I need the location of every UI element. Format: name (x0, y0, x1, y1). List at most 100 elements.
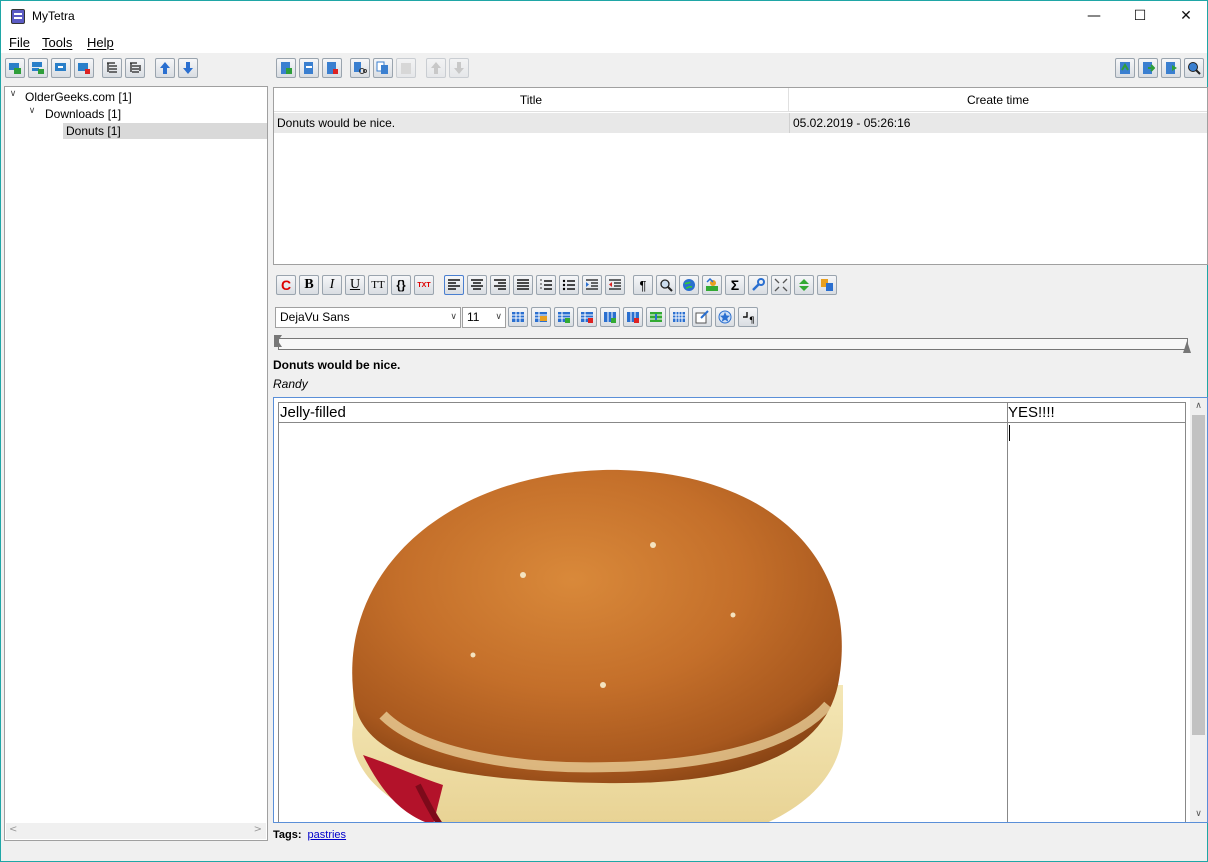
menu-help[interactable]: Help (87, 35, 114, 50)
expand-arrow-icon[interactable]: ∨ (27, 106, 37, 122)
paste-icon (401, 63, 411, 74)
close-button[interactable]: ✕ (1163, 1, 1208, 32)
delete-branch-button[interactable] (74, 58, 94, 78)
indent-plus-button[interactable] (582, 275, 602, 295)
italic-button[interactable]: I (322, 275, 342, 295)
sync-button[interactable] (1115, 58, 1135, 78)
font-size-select[interactable]: 11 ∨ (462, 307, 506, 328)
move-note-up-button[interactable] (426, 58, 446, 78)
code-button[interactable]: {} (391, 275, 411, 295)
delete-branch-icon (78, 63, 90, 74)
bullet-list-icon (562, 279, 575, 291)
fullscreen-button[interactable] (771, 275, 791, 295)
clear-format-button[interactable]: C (276, 275, 296, 295)
move-branch-up-button[interactable] (155, 58, 175, 78)
note-editor[interactable]: Jelly-filled YES!!!! ∧ ∨ (273, 397, 1208, 823)
editor-table[interactable]: Jelly-filled YES!!!! (278, 402, 1186, 822)
tree-horizontal-scrollbar[interactable]: < > (6, 823, 266, 839)
tags-label: Tags: (273, 829, 302, 841)
scroll-down-icon[interactable]: ∨ (1190, 806, 1207, 822)
table-column-divider (1007, 403, 1008, 822)
insert-formula-button[interactable]: Σ (725, 275, 745, 295)
align-left-button[interactable] (444, 275, 464, 295)
cell-properties-button[interactable] (692, 307, 712, 327)
editor-vertical-scrollbar[interactable]: ∧ ∨ (1190, 398, 1207, 822)
edit-branch-button[interactable] (51, 58, 71, 78)
copy-icon (376, 61, 388, 74)
minimize-button[interactable]: — (1071, 1, 1117, 32)
italic-icon: I (329, 277, 335, 292)
copy-note-button[interactable] (373, 58, 393, 78)
table-cell-yes[interactable]: YES!!!! (1008, 404, 1055, 422)
create-table-button[interactable] (508, 307, 528, 327)
indent-minus-button[interactable] (605, 275, 625, 295)
add-subbranch-button[interactable] (28, 58, 48, 78)
remove-row-button[interactable] (577, 307, 597, 327)
tree-item-donuts[interactable]: Donuts [1] (63, 123, 267, 139)
show-formatting-button[interactable]: ¶ (633, 275, 653, 295)
settings-button[interactable] (748, 275, 768, 295)
column-header-title[interactable]: Title (274, 88, 789, 112)
plain-text-button[interactable]: TXT (414, 275, 434, 295)
scrollbar-thumb[interactable] (1192, 415, 1205, 735)
underline-icon: U (349, 277, 361, 292)
paste-note-button[interactable] (396, 58, 416, 78)
add-row-button[interactable] (554, 307, 574, 327)
indent-ruler[interactable] (278, 338, 1188, 350)
merge-cells-button[interactable] (646, 307, 666, 327)
maximize-button[interactable]: ☐ (1117, 1, 1163, 32)
find-in-base-button[interactable] (1184, 58, 1204, 78)
delete-note-button[interactable] (322, 58, 342, 78)
expand-all-button[interactable] (102, 58, 122, 78)
bullet-list-button[interactable] (559, 275, 579, 295)
move-note-down-button[interactable] (449, 58, 469, 78)
move-branch-down-button[interactable] (178, 58, 198, 78)
cell-properties-icon (695, 310, 709, 324)
scroll-right-icon[interactable]: > (254, 824, 262, 835)
scroll-up-icon[interactable]: ∧ (1190, 398, 1207, 414)
add-branch-button[interactable] (5, 58, 25, 78)
monospace-button[interactable]: TT (368, 275, 388, 295)
expand-edit-area-button[interactable] (794, 275, 814, 295)
add-note-button[interactable] (276, 58, 296, 78)
remove-column-button[interactable] (623, 307, 643, 327)
find-text-button[interactable] (656, 275, 676, 295)
numbered-list-button[interactable] (536, 275, 556, 295)
tree-item-oldergeeks[interactable]: OlderGeeks.com [1] (25, 89, 132, 105)
table-cell-jelly[interactable]: Jelly-filled (280, 404, 346, 422)
cut-note-button[interactable] (350, 58, 370, 78)
attach-files-button[interactable] (817, 275, 837, 295)
font-family-select[interactable]: DejaVu Sans ∨ (275, 307, 461, 328)
image-icon (706, 278, 718, 291)
add-column-button[interactable] (600, 307, 620, 327)
menu-tools[interactable]: Tools (42, 35, 72, 50)
collapse-all-button[interactable] (125, 58, 145, 78)
insert-line-break-button[interactable]: ¶ (738, 307, 758, 327)
align-justify-button[interactable] (513, 275, 533, 295)
branch-tree[interactable]: ∨ OlderGeeks.com [1] ∨ Downloads [1] Don… (4, 86, 268, 841)
export-button[interactable] (1138, 58, 1158, 78)
column-header-create-time[interactable]: Create time (789, 88, 1207, 112)
tag-link[interactable]: pastries (308, 829, 347, 841)
search-icon (1188, 62, 1201, 75)
forward-button[interactable] (1161, 58, 1181, 78)
scroll-left-icon[interactable]: < (9, 824, 17, 835)
table-properties-button[interactable] (531, 307, 551, 327)
split-cell-button[interactable] (669, 307, 689, 327)
insert-special-button[interactable] (715, 307, 735, 327)
align-right-button[interactable] (490, 275, 510, 295)
insert-link-button[interactable] (679, 275, 699, 295)
edit-note-button[interactable] (299, 58, 319, 78)
insert-image-button[interactable] (702, 275, 722, 295)
align-center-button[interactable] (467, 275, 487, 295)
expand-arrow-icon[interactable]: ∨ (8, 89, 18, 105)
menu-bar: File Tools Help (1, 32, 1207, 53)
table-row[interactable]: Donuts would be nice. 05.02.2019 - 05:26… (274, 113, 1207, 133)
add-branch-icon (9, 63, 21, 74)
outdent-icon (609, 279, 621, 290)
tree-item-downloads[interactable]: Downloads [1] (45, 106, 121, 122)
forward-icon (1166, 62, 1177, 74)
bold-button[interactable]: B (299, 275, 319, 295)
menu-file[interactable]: File (9, 35, 30, 50)
underline-button[interactable]: U (345, 275, 365, 295)
